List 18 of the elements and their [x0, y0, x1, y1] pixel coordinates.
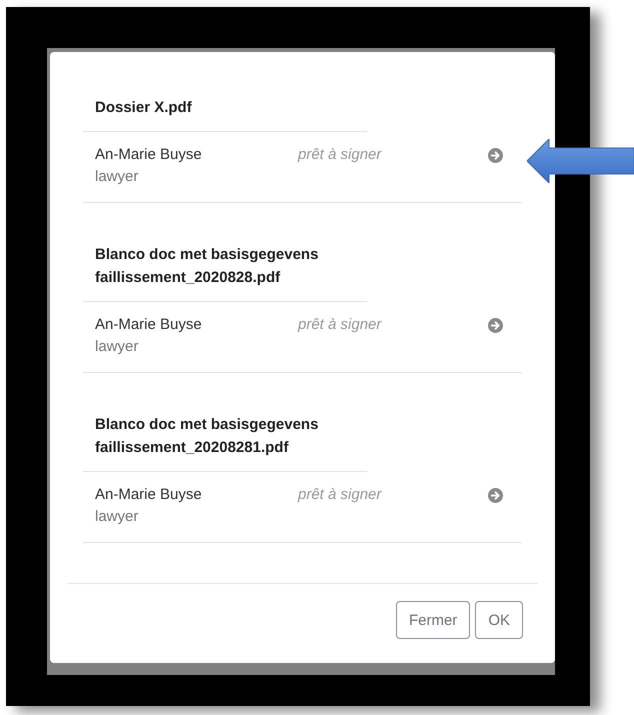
pointer-arrow-icon [527, 139, 634, 183]
arrow-right-icon[interactable] [488, 318, 503, 333]
document-title: Blanco doc met basisgegevens faillissement_2020828.pdf [83, 243, 367, 302]
signer-name: An-Marie Buyse [95, 485, 203, 505]
signer-status: prêt à signer [298, 145, 383, 165]
signer-role: lawyer [95, 507, 140, 527]
ok-button[interactable]: OK [475, 601, 523, 639]
arrow-right-icon[interactable] [488, 148, 503, 163]
signer-name: An-Marie Buyse [95, 315, 203, 335]
signer-role: lawyer [95, 337, 140, 357]
document-title: Blanco doc met basisgegevens faillissement_20208281.pdf [83, 413, 367, 472]
arrow-right-icon[interactable] [488, 488, 503, 503]
document-title: Dossier X.pdf [83, 96, 367, 132]
signer-role: lawyer [95, 167, 140, 187]
signer-status: prêt à signer [298, 315, 383, 335]
close-button[interactable]: Fermer [396, 601, 470, 639]
signer-name: An-Marie Buyse [95, 145, 203, 165]
signer-status: prêt à signer [298, 485, 383, 505]
